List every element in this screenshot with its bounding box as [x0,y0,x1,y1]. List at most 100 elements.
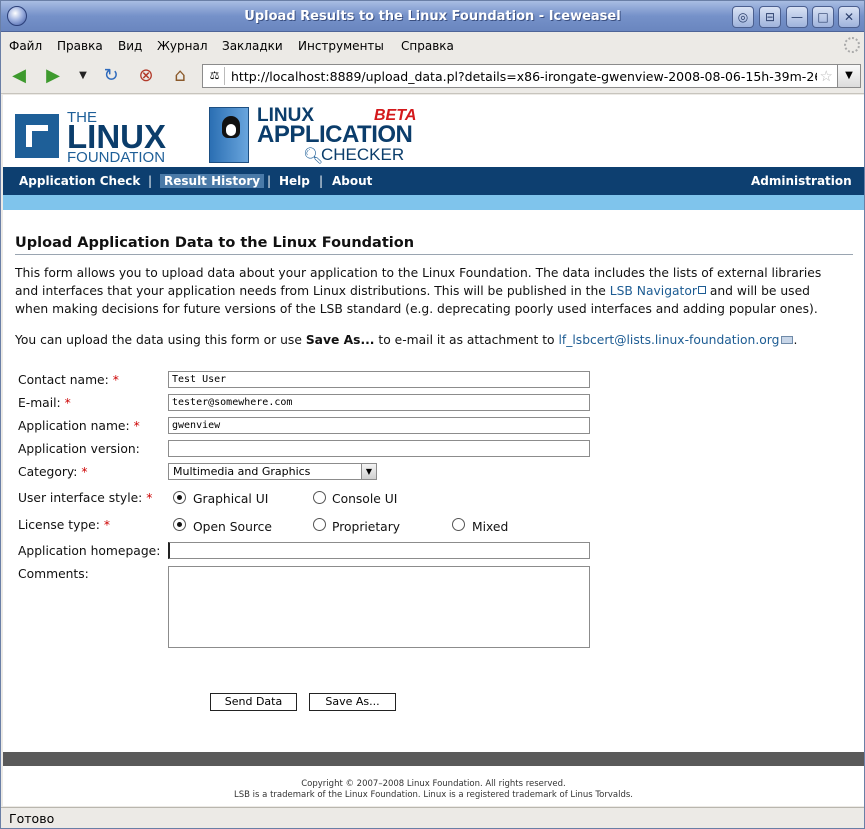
throbber-icon [844,37,860,53]
radio-proprietary-label[interactable]: Proprietary [332,520,400,534]
bookmark-star-icon[interactable]: ☆ [820,67,833,85]
nav-application-check[interactable]: Application Check [19,174,140,188]
menu-bar: Файл Правка Вид Журнал Закладки Инструме… [1,33,864,57]
software-box-icon [209,107,249,163]
menu-edit[interactable]: Правка [57,39,103,53]
nav-administration[interactable]: Administration [751,174,852,188]
comments-label: Comments: [18,567,89,581]
shade-button[interactable]: ⊟ [759,6,781,28]
menu-history[interactable]: Журнал [157,39,208,53]
chevron-down-icon[interactable]: ▼ [361,464,376,479]
lsb-navigator-link-text[interactable]: LSB Navigator [610,284,697,298]
homepage-label: Application homepage: [18,544,161,558]
menu-bookmarks[interactable]: Закладки [222,39,283,53]
logo-text-foundation: FOUNDATION [67,149,166,166]
nav-help[interactable]: Help [279,174,310,188]
stop-icon[interactable]: ⊗ [134,64,158,88]
menu-file[interactable]: Файл [9,39,42,53]
history-dropdown-icon[interactable]: ▼ [71,64,95,88]
close-button[interactable]: ✕ [838,6,860,28]
email-link[interactable]: lf_lsbcert@lists.linux-foundation.org [558,333,794,347]
send-data-button[interactable]: Send Data [210,693,297,711]
url-text[interactable]: http://localhost:8889/upload_data.pl?det… [231,69,817,84]
reload-icon[interactable]: ↻ [99,64,123,88]
upload-instructions: You can upload the data using this form … [15,333,797,347]
site-icon[interactable]: ⚖ [205,67,225,85]
upload-text-middle: to e-mail it as attachment to [374,333,559,347]
footer-copyright: Copyright © 2007–2008 Linux Foundation. … [301,779,566,789]
save-as-button[interactable]: Save As... [309,693,396,711]
application-name-label: Application name: * [18,419,140,433]
homepage-field[interactable] [168,542,590,559]
contact-name-label-text: Contact name: [18,373,109,387]
url-bar[interactable]: ⚖ http://localhost:8889/upload_data.pl?d… [202,64,838,88]
email-field[interactable]: tester@somewhere.com [168,394,590,411]
radio-graphical-ui[interactable] [173,491,186,504]
navigation-toolbar: ◀ ▶ ▼ ↻ ⊗ ⌂ ⚖ http://localhost:8889/uplo… [1,58,864,94]
lac-text-checker: CHECKER [321,145,405,164]
radio-console-ui-label[interactable]: Console UI [332,492,397,506]
nav-separator: | [267,174,272,188]
page-title: Upload Application Data to the Linux Fou… [15,235,415,251]
application-name-field[interactable]: gwenview [168,417,590,434]
radio-mixed-label[interactable]: Mixed [472,520,508,534]
upload-text-end: . [793,333,798,347]
license-type-label-text: License type: [18,518,100,532]
contact-name-label: Contact name: * [18,373,119,387]
lsb-navigator-link[interactable]: LSB Navigator [610,284,706,298]
application-version-field[interactable] [168,440,590,457]
save-as-emphasis: Save As... [305,333,375,347]
nav-accent-bar [3,195,864,210]
nav-about[interactable]: About [332,174,372,188]
status-bar: Готово [1,807,864,828]
nav-separator: | [319,174,324,188]
email-label: E-mail: * [18,396,71,410]
app-checker-logo[interactable]: LINUX BETA APPLICATION 🔍︎ CHECKER [209,105,419,167]
sticky-button[interactable]: ◎ [732,6,754,28]
required-mark: * [64,396,71,410]
radio-console-ui[interactable] [313,491,326,504]
nav-result-history[interactable]: Result History [160,174,265,188]
application-version-label: Application version: [18,442,140,456]
license-type-label: License type: * [18,518,110,532]
radio-proprietary[interactable] [313,518,326,531]
ui-style-label-text: User interface style: [18,491,143,505]
url-dropdown-button[interactable]: ▼ [837,64,861,88]
category-label: Category: * [18,465,88,479]
external-link-icon [697,286,706,294]
category-selected-value[interactable]: Multimedia and Graphics [173,465,310,478]
menu-view[interactable]: Вид [118,39,142,53]
maximize-button[interactable]: □ [812,6,834,28]
required-mark: * [81,465,88,479]
required-mark: * [146,491,153,505]
minimize-button[interactable]: — [786,6,808,28]
radio-open-source[interactable] [173,518,186,531]
email-label-text: E-mail: [18,396,61,410]
required-mark: * [103,518,110,532]
radio-open-source-label[interactable]: Open Source [193,520,272,534]
forward-arrow-icon[interactable]: ▶ [41,64,65,88]
title-bar: Upload Results to the Linux Foundation -… [1,1,864,32]
menu-tools[interactable]: Инструменты [298,39,384,53]
radio-graphical-ui-label[interactable]: Graphical UI [193,492,268,506]
mail-icon [781,336,794,344]
back-arrow-icon[interactable]: ◀ [7,64,31,88]
site-navigation: Application Check | Result History | Hel… [3,167,864,195]
home-icon[interactable]: ⌂ [168,64,192,88]
footer-trademark: LSB is a trademark of the Linux Foundati… [234,790,633,800]
linux-foundation-logo[interactable]: THE LINUX FOUNDATION [15,109,190,166]
intro-paragraph: This form allows you to upload data abou… [15,264,845,318]
status-text: Готово [9,811,55,826]
upload-text: You can upload the data using this form … [15,333,306,347]
menu-help[interactable]: Справка [401,39,454,53]
title-divider [15,254,853,255]
comments-textarea[interactable] [168,566,590,648]
contact-name-field[interactable]: Test User [168,371,590,388]
email-link-text[interactable]: lf_lsbcert@lists.linux-foundation.org [558,333,779,347]
application-name-label-text: Application name: [18,419,130,433]
required-mark: * [112,373,119,387]
category-select[interactable]: Multimedia and Graphics ▼ [168,463,377,480]
browser-window: Upload Results to the Linux Foundation -… [0,0,865,829]
nav-separator: | [148,174,153,188]
radio-mixed[interactable] [452,518,465,531]
